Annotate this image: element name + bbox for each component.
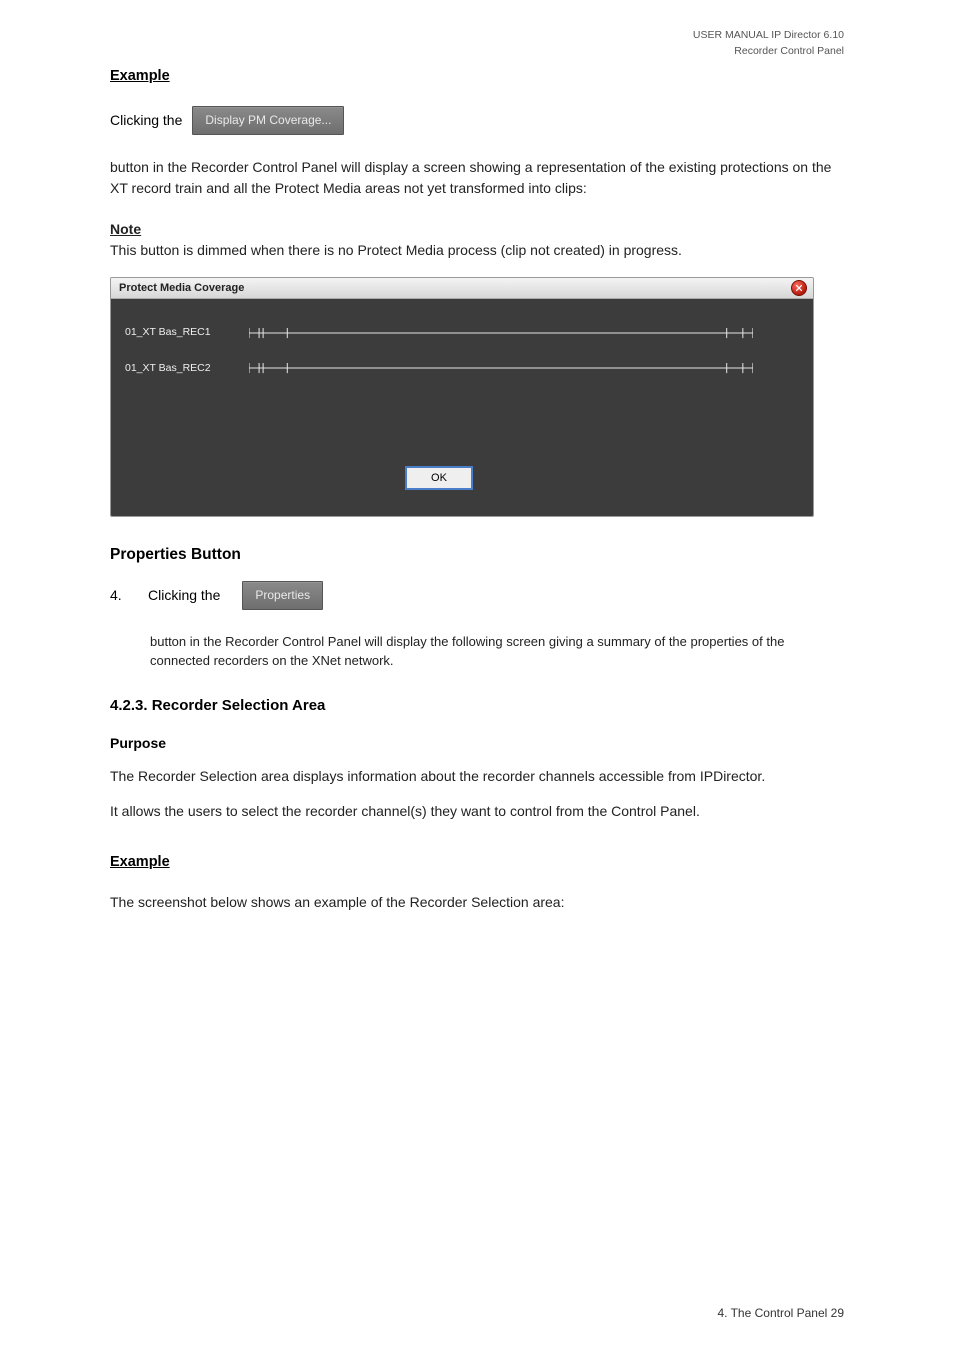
properties-step: 4. Clicking the Properties (110, 581, 844, 610)
example2-para: The screenshot below shows an example of… (110, 892, 844, 913)
recorder-selection-heading: 4.2.3. Recorder Selection Area (110, 695, 844, 718)
track-label: 01_XT Bas_REC2 (125, 361, 235, 377)
protect-media-coverage-dialog: Protect Media Coverage 01_XT Bas_REC1 (110, 277, 814, 518)
dialog-titlebar: Protect Media Coverage (111, 278, 813, 299)
ok-button[interactable]: OK (405, 466, 473, 490)
page-footer: 4. The Control Panel 29 (717, 1304, 844, 1322)
dialog-body: 01_XT Bas_REC1 01_XT Bas_REC2 (111, 299, 813, 517)
note-para: Note This button is dimmed when there is… (110, 219, 844, 261)
step-before: Clicking the (148, 585, 220, 606)
purpose-heading: Purpose (110, 733, 844, 754)
display-pm-coverage-button[interactable]: Display PM Coverage... (192, 106, 344, 135)
properties-after: button in the Recorder Control Panel wil… (150, 632, 844, 671)
note-label: Note (110, 221, 141, 237)
track-row: 01_XT Bas_REC1 (125, 325, 753, 341)
header-line2: Recorder Control Panel (693, 44, 844, 60)
para-display-pm: Clicking the Display PM Coverage... (110, 106, 844, 135)
purpose-para2: It allows the users to select the record… (110, 801, 844, 822)
para1-before: Clicking the (110, 110, 182, 131)
step-number: 4. (110, 585, 134, 606)
header-line1: USER MANUAL IP Director 6.10 (693, 28, 844, 44)
track-label: 01_XT Bas_REC1 (125, 325, 235, 341)
track-row: 01_XT Bas_REC2 (125, 361, 753, 377)
properties-heading: Properties Button (110, 543, 844, 566)
close-icon[interactable] (791, 280, 807, 296)
properties-button[interactable]: Properties (242, 581, 323, 610)
para1-after: button in the Recorder Control Panel wil… (110, 157, 844, 199)
note-text: This button is dimmed when there is no P… (110, 242, 682, 258)
page-header: USER MANUAL IP Director 6.10 Recorder Co… (693, 28, 844, 60)
dialog-title-text: Protect Media Coverage (119, 280, 244, 297)
purpose-para1: The Recorder Selection area displays inf… (110, 766, 844, 787)
example2-heading: Example (110, 852, 844, 874)
track-timeline (249, 326, 753, 340)
example-heading: Example (110, 66, 844, 88)
track-timeline (249, 361, 753, 375)
